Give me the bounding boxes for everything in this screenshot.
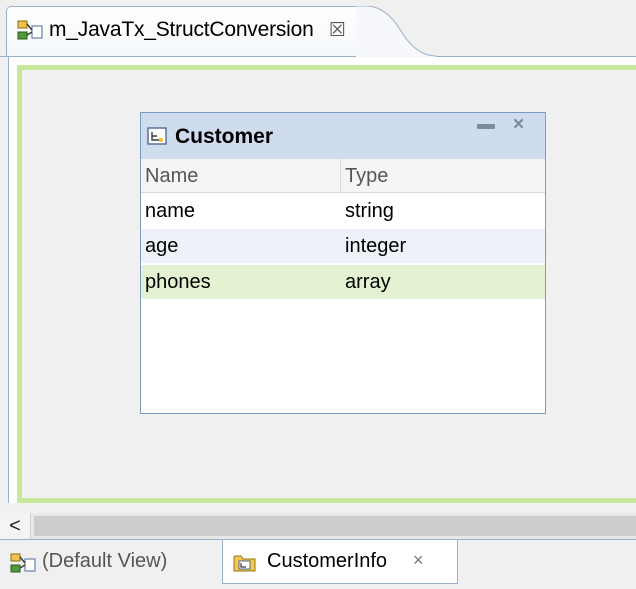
tab-label: CustomerInfo xyxy=(267,550,388,572)
horizontal-scrollbar[interactable]: < xyxy=(0,513,636,539)
field-type: integer xyxy=(345,235,407,257)
mapping-icon xyxy=(17,20,43,47)
field-name: phones xyxy=(145,271,211,293)
tab-default-view[interactable]: (Default View) xyxy=(8,540,218,584)
field-name: age xyxy=(145,235,179,257)
table-row-selected[interactable]: phones array xyxy=(141,265,545,299)
customer-title: Customer xyxy=(175,125,274,148)
tab-label: (Default View) xyxy=(42,550,168,572)
tab-mapping-editor[interactable]: m_JavaTx_StructConversion ☒ xyxy=(6,6,362,56)
table-row[interactable]: age integer xyxy=(141,229,545,263)
table-row[interactable]: name string xyxy=(141,194,545,228)
field-type: string xyxy=(345,200,394,222)
column-header-name[interactable]: Name xyxy=(141,159,341,193)
scroll-thumb[interactable] xyxy=(34,516,636,536)
customer-header[interactable]: Customer × xyxy=(141,113,545,159)
editor-tab-strip: m_JavaTx_StructConversion ☒ xyxy=(0,0,636,57)
view-tab-strip: (Default View) CustomerInfo × xyxy=(0,539,636,589)
tab-customer-info[interactable]: CustomerInfo × xyxy=(222,540,458,584)
close-icon[interactable]: ☒ xyxy=(329,19,346,42)
customer-object[interactable]: Customer × Name Type name string age int… xyxy=(140,112,546,414)
column-header-type[interactable]: Type xyxy=(341,159,545,193)
field-name: name xyxy=(145,200,196,222)
data-object-icon xyxy=(147,127,167,150)
tab-title: m_JavaTx_StructConversion xyxy=(49,18,314,41)
minimize-icon[interactable] xyxy=(477,124,495,129)
mapping-icon xyxy=(10,553,36,581)
close-icon[interactable]: × xyxy=(413,550,424,571)
tab-curve xyxy=(356,6,436,57)
scroll-left-button[interactable]: < xyxy=(0,513,31,539)
field-type: array xyxy=(345,271,391,293)
folder-object-icon xyxy=(233,553,257,579)
close-icon[interactable]: × xyxy=(513,114,524,136)
